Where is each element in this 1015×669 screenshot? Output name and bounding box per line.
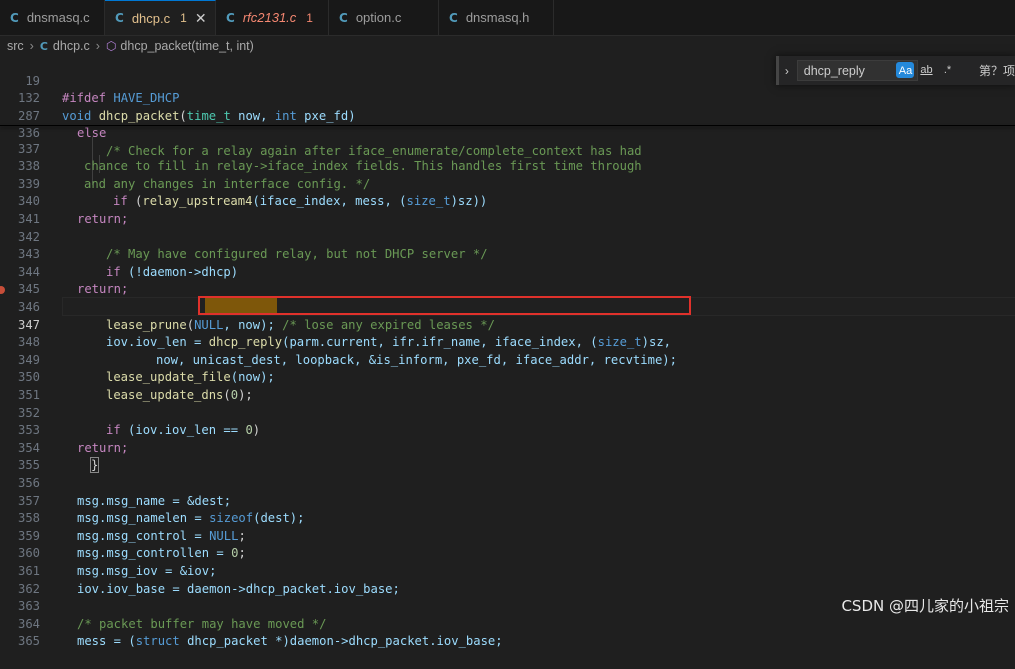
code-line: 340 return; (0, 176, 1015, 226)
code-line: 358 msg.msg_control = NULL; (0, 493, 1015, 543)
code-line: 350 lease_update_dns(0); (0, 352, 1015, 402)
code-line: 365 (0, 616, 1015, 648)
code-line: 341 (0, 193, 1015, 226)
tab-dhcp-c[interactable]: C dhcp.c 1 ✕ (105, 0, 216, 35)
chevron-right-icon: › (95, 39, 100, 53)
code-line: 362 (0, 563, 1015, 596)
code-editor[interactable]: 19 #ifdef HAVE_DHCP 132 void dhcp_packet… (0, 55, 1015, 648)
chevron-right-icon: › (29, 39, 34, 53)
regex-toggle[interactable]: .* (938, 62, 956, 78)
editor-tab-bar: C dnsmasq.c C dhcp.c 1 ✕ C rfc2131.c 1 C… (0, 0, 1015, 36)
code-line: 356 msg.msg_name = &dest; (0, 457, 1015, 508)
tab-label: rfc2131.c (242, 10, 297, 25)
code-line: 345 (0, 264, 1015, 296)
tab-label: dnsmasq.c (26, 10, 90, 25)
c-file-icon: C (10, 10, 19, 25)
code-line: 287 else (0, 90, 1015, 141)
tab-label: option.c (355, 10, 402, 25)
c-file-icon: C (115, 11, 124, 25)
breadcrumb-symbol[interactable]: dhcp_packet(time_t, int) (120, 39, 253, 53)
watermark: CSDN @四儿家的小祖宗 (841, 597, 1009, 615)
code-line: 337 chance to fill in relay->iface_index… (0, 123, 1015, 174)
code-line: 354 } (0, 422, 1015, 474)
find-options: Aa ab .* (896, 59, 971, 82)
code-line: 361 iov.iov_base = daemon->dhcp_packet.i… (0, 545, 1015, 596)
tab-option-c[interactable]: C option.c (329, 0, 439, 35)
c-file-icon: C (226, 10, 235, 25)
problem-count-badge: 1 (306, 10, 313, 25)
whole-word-toggle[interactable]: ab (917, 62, 935, 78)
code-line: 342 /* May have configured relay, but no… (0, 211, 1015, 262)
code-line: 351 (0, 369, 1015, 402)
breadcrumb-folder[interactable]: src (7, 39, 24, 53)
code-line: 352 if (iov.iov_len == 0) (0, 387, 1015, 438)
code-line: 344 return; (0, 246, 1015, 297)
annotation-red-box (198, 296, 691, 315)
code-line: 355 (0, 440, 1015, 472)
tab-label: dnsmasq.h (465, 10, 530, 25)
chevron-right-icon[interactable]: › (779, 64, 795, 78)
breadcrumb: src › C dhcp.c › ⬡ dhcp_packet(time_t, i… (0, 35, 1015, 57)
code-line: 349 lease_update_file(now); (0, 334, 1015, 385)
c-file-icon: C (39, 39, 48, 53)
code-line: 357 msg.msg_namelen = sizeof(dest); (0, 475, 1015, 526)
code-line: 338 and any changes in interface config.… (0, 141, 1015, 191)
find-result-count: 第？项 (978, 64, 1015, 78)
function-symbol-icon: ⬡ (105, 39, 117, 53)
match-case-toggle[interactable]: Aa (896, 62, 915, 78)
tab-rfc2131-c[interactable]: C rfc2131.c 1 (216, 0, 329, 35)
breadcrumb-file[interactable]: dhcp.c (53, 39, 90, 53)
code-line: 360 msg.msg_iov = &iov; (0, 528, 1015, 578)
problem-count-badge: 1 (180, 11, 187, 25)
find-query-text: dhcp_reply (803, 63, 865, 78)
tab-dnsmasq-h[interactable]: C dnsmasq.h (439, 0, 554, 35)
tab-label: dhcp.c (131, 10, 171, 26)
h-file-icon: C (449, 10, 458, 25)
code-line: 348 now, unicast_dest, loopback, &is_inf… (0, 317, 1015, 367)
code-line: 343 if (!daemon->dhcp) (0, 229, 1015, 279)
line-number: 365 (17, 634, 40, 649)
code-line: 359 msg.msg_controllen = 0; (0, 510, 1015, 561)
c-file-icon: C (339, 10, 348, 25)
tab-dnsmasq-c[interactable]: C dnsmasq.c (0, 0, 105, 35)
code-line: 353 return; (0, 405, 1015, 455)
close-icon[interactable]: ✕ (195, 10, 207, 27)
code-line: 339 if (relay_upstream4(iface_index, mes… (0, 158, 1015, 209)
find-widget: › dhcp_reply Aa ab .* 第？项 (776, 56, 1015, 85)
